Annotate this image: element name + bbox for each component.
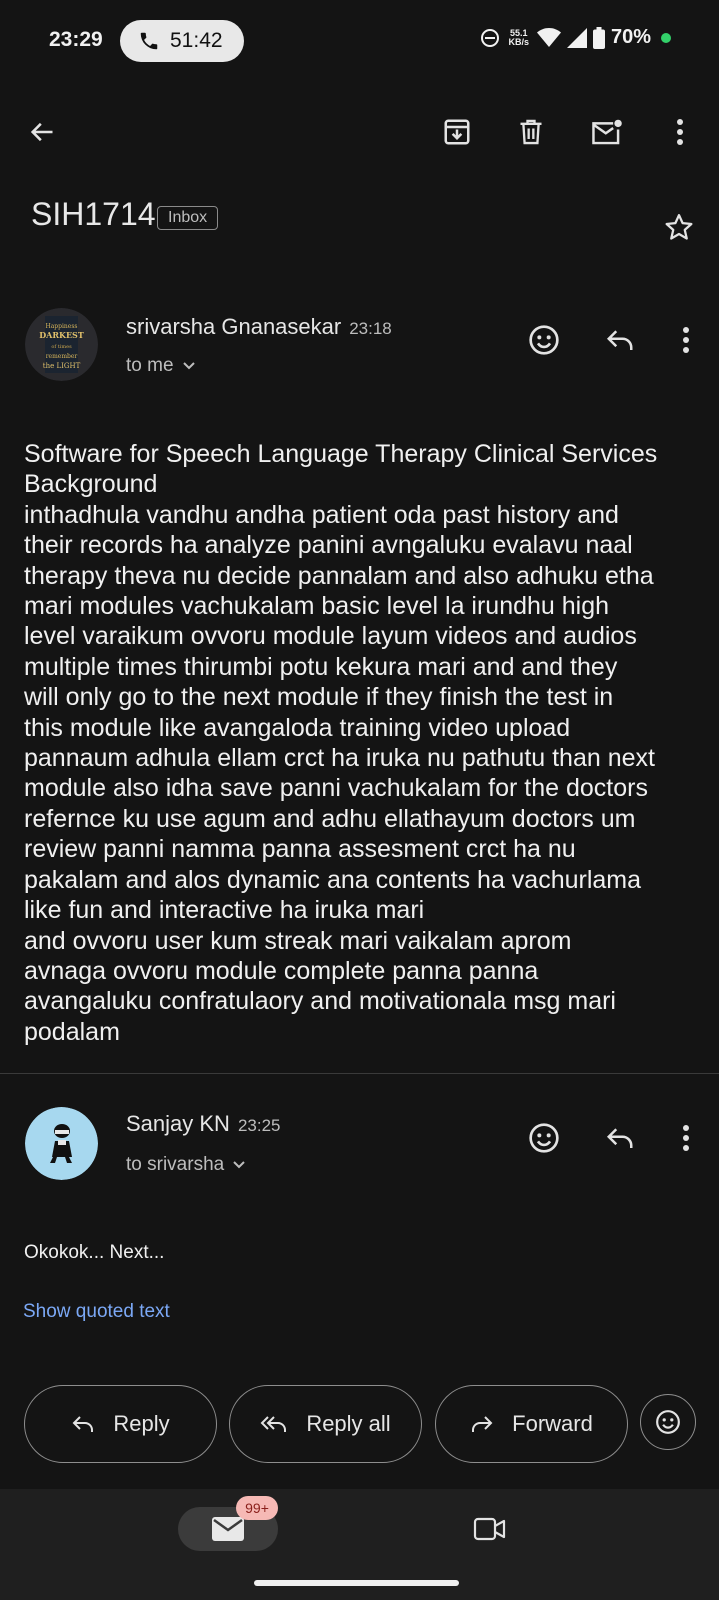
reply-message-button[interactable]	[596, 1114, 644, 1162]
reply-icon	[606, 330, 633, 350]
ongoing-call-chip[interactable]: 51:42	[120, 20, 244, 62]
reply-all-button[interactable]: Reply all	[229, 1385, 422, 1463]
status-icons: 55.1 KB/s 70%	[480, 26, 671, 49]
message-2-body: Okokok... Next...	[24, 1242, 165, 1263]
recipient-details-toggle[interactable]: to srivarsha	[126, 1154, 246, 1176]
add-reaction-button[interactable]	[520, 1114, 568, 1162]
battery-icon	[592, 26, 605, 49]
forward-button-label: Forward	[512, 1411, 593, 1436]
message-time: 23:18	[349, 319, 392, 338]
email-subject: SIH1714	[31, 196, 156, 232]
show-quoted-text-link[interactable]: Show quoted text	[23, 1301, 170, 1323]
sender-avatar[interactable]: Happiness DARKEST of times remember the …	[25, 308, 98, 381]
reply-all-button-label: Reply all	[306, 1411, 391, 1436]
add-reaction-button[interactable]	[520, 316, 568, 364]
more-vert-icon	[683, 1125, 689, 1151]
sender-name[interactable]: Sanjay KN	[126, 1111, 230, 1137]
status-time: 23:29	[49, 28, 103, 51]
back-arrow-icon	[30, 122, 53, 142]
charging-dot	[661, 32, 671, 43]
svg-text:Happiness: Happiness	[46, 323, 78, 330]
message-1-header: srivarsha Gnanasekar 23:18	[126, 314, 392, 340]
forward-button[interactable]: Forward	[435, 1385, 628, 1463]
more-vert-icon	[677, 119, 683, 145]
reply-button-label: Reply	[113, 1411, 170, 1436]
chevron-down-icon	[233, 1161, 245, 1169]
archive-icon	[444, 119, 470, 145]
message-time: 23:25	[237, 1116, 281, 1135]
delete-button[interactable]	[507, 108, 555, 156]
dnd-icon	[481, 28, 500, 47]
reply-icon	[72, 1416, 94, 1432]
book-cover-avatar-image: Happiness DARKEST of times remember the …	[25, 308, 98, 381]
mail-icon	[212, 1517, 244, 1541]
svg-text:the LIGHT: the LIGHT	[43, 362, 81, 370]
inbox-label-chip[interactable]: Inbox	[157, 206, 219, 230]
status-bar: 23:29 51:42 55.1 KB/s 70%	[0, 0, 719, 86]
signal-icon	[566, 27, 587, 48]
svg-text:of times: of times	[51, 344, 72, 350]
message-divider	[0, 1073, 719, 1074]
trash-icon	[520, 119, 542, 145]
back-button[interactable]	[18, 108, 66, 156]
battery-percent: 70%	[610, 26, 651, 48]
nav-meet-tab[interactable]	[466, 1507, 514, 1551]
forward-icon	[472, 1416, 493, 1432]
message-1-body: Software for Speech Language Therapy Cli…	[24, 440, 658, 1046]
chevron-down-icon	[182, 362, 195, 370]
archive-button[interactable]	[433, 108, 481, 156]
sender-avatar[interactable]	[25, 1107, 98, 1180]
unread-count-badge: 99+	[236, 1496, 278, 1520]
emoji-icon	[529, 325, 559, 355]
illustrated-avatar-image	[25, 1107, 98, 1180]
call-duration: 51:42	[170, 29, 223, 52]
recipient-details-toggle[interactable]: to me	[126, 355, 196, 377]
more-options-button[interactable]	[656, 108, 704, 156]
gesture-navigation-bar[interactable]	[254, 1580, 459, 1586]
star-icon	[665, 214, 693, 240]
phone-icon	[140, 32, 158, 50]
star-button[interactable]	[664, 212, 694, 247]
sender-name[interactable]: srivarsha Gnanasekar	[126, 314, 341, 340]
emoji-icon	[656, 1410, 680, 1434]
network-speed: 55.1 KB/s	[508, 27, 529, 47]
video-camera-icon	[473, 1517, 506, 1541]
reply-icon	[606, 1128, 633, 1148]
more-vert-icon	[683, 327, 689, 353]
mark-unread-icon	[592, 119, 622, 145]
emoji-icon	[529, 1123, 559, 1153]
recipient-text: to me	[126, 355, 174, 376]
emoji-react-button[interactable]	[640, 1394, 696, 1450]
svg-text:DARKEST: DARKEST	[39, 330, 84, 340]
message-more-button[interactable]	[662, 1114, 710, 1162]
reply-message-button[interactable]	[596, 316, 644, 364]
recipient-text: to srivarsha	[126, 1154, 225, 1175]
svg-text:remember: remember	[46, 353, 78, 360]
reply-button[interactable]: Reply	[24, 1385, 217, 1463]
wifi-icon	[536, 27, 561, 47]
mark-unread-button[interactable]	[583, 108, 631, 156]
reply-all-icon	[260, 1416, 287, 1432]
message-more-button[interactable]	[662, 316, 710, 364]
message-2-header: Sanjay KN 23:25	[126, 1111, 281, 1137]
